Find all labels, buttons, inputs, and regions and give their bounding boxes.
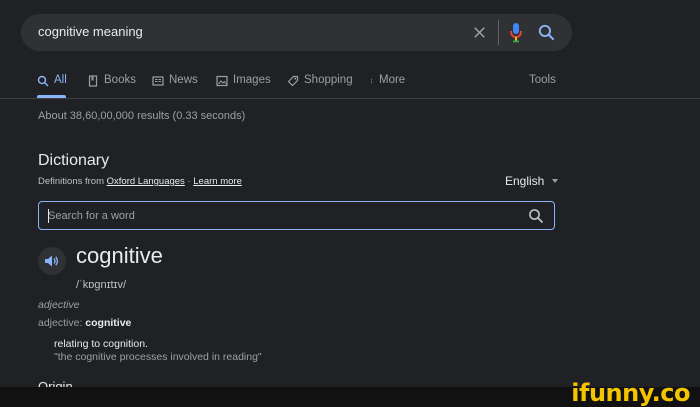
tab-label: All [54, 74, 67, 86]
book-icon [88, 75, 98, 87]
tools-button[interactable]: Tools [529, 74, 556, 98]
tab-label: Images [233, 74, 271, 86]
tab-shopping[interactable]: Shopping [287, 74, 353, 98]
definitions-source: Definitions from Oxford Languages · Lear… [38, 176, 242, 187]
tab-books[interactable]: Books [87, 74, 136, 98]
tab-label: News [169, 74, 198, 86]
tab-more[interactable]: More [370, 74, 405, 98]
tab-news[interactable]: News [152, 74, 198, 98]
search-bar[interactable]: cognitive meaning [21, 14, 572, 51]
part-of-speech: adjective [38, 299, 80, 311]
headword: cognitive [76, 243, 163, 268]
tab-label: Shopping [304, 74, 353, 86]
word-form-value: cognitive [85, 317, 132, 329]
defs-separator: · [187, 176, 191, 187]
search-query[interactable]: cognitive meaning [38, 24, 143, 39]
usage-example: "the cognitive processes involved in rea… [54, 351, 262, 363]
dictionary-title: Dictionary [38, 152, 110, 169]
origin-heading: Origin [38, 379, 73, 387]
oxford-languages-link[interactable]: Oxford Languages [107, 176, 185, 187]
tab-label: More [379, 74, 406, 86]
search-icon[interactable] [537, 23, 556, 42]
image-icon [216, 75, 228, 87]
clear-icon[interactable] [470, 23, 489, 42]
news-icon [152, 76, 164, 86]
search-bar-divider [498, 20, 499, 45]
search-icon [37, 75, 49, 87]
word-search-box[interactable] [38, 201, 555, 230]
phonetic-spelling: /ˈkɒɡnɪtɪv/ [76, 279, 127, 291]
word-form-line: adjective: cognitive [38, 317, 131, 329]
text-caret [48, 209, 49, 223]
tag-icon [287, 75, 299, 87]
chevron-down-icon [552, 179, 559, 183]
word-search-input[interactable] [48, 208, 488, 224]
speaker-icon [45, 255, 59, 267]
mic-icon[interactable] [509, 22, 523, 43]
defs-from-prefix: Definitions from [38, 176, 104, 187]
learn-more-link[interactable]: Learn more [193, 176, 242, 187]
search-icon[interactable] [528, 208, 544, 224]
kebab-icon [371, 78, 372, 84]
tools-label: Tools [529, 74, 556, 86]
pronunciation-button[interactable] [38, 247, 66, 275]
language-label: English [505, 174, 545, 188]
word-form-label: adjective: [38, 317, 83, 329]
result-stats: About 38,60,00,000 results (0.33 seconds… [38, 110, 246, 122]
tabs-divider [0, 98, 700, 99]
tab-images[interactable]: Images [216, 74, 271, 98]
definition: relating to cognition. [54, 338, 148, 350]
language-select[interactable]: English [505, 174, 559, 188]
tab-label: Books [104, 74, 136, 86]
ifunny-watermark: ifunny.co [571, 379, 690, 407]
